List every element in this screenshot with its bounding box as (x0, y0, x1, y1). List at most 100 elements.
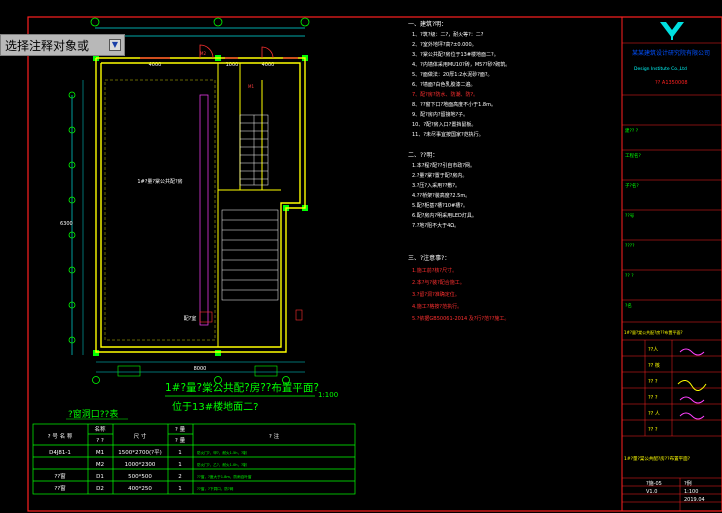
svg-text:10、?配?房入口?置挡鼠板。: 10、?配?房入口?置挡鼠板。 (412, 121, 476, 128)
svg-text:5、?面做法：20厚1:2水泥砂?面?。: 5、?面做法：20厚1:2水泥砂?面?。 (412, 71, 493, 78)
door-window-table: ?窗洞口??表 ? 号 名 称 名称 ? ? 尺 寸 ? 量 ? 量 ? 注 D… (32, 408, 356, 495)
tb-drawing-name-top: 1#?量?棠公共配?房??布置平面? (624, 329, 683, 335)
svg-text:3、?棠公共配?房位于13#楼地面二?。: 3、?棠公共配?房位于13#楼地面二?。 (412, 51, 499, 58)
tb-role: ?? ? (648, 427, 658, 433)
door-table-header-qty-sub: ? 量 (175, 437, 186, 444)
svg-text:4.施工?格按?范执行。: 4.施工?格按?范执行。 (412, 303, 462, 310)
plan-scale: 1:100 (318, 391, 338, 399)
svg-text:D4J81-1: D4J81-1 (49, 450, 71, 456)
svg-text:M2: M2 (200, 51, 206, 56)
command-prompt-bar[interactable]: 选择注释对象或 ▼ (0, 34, 125, 56)
svg-text:2: 2 (178, 474, 182, 480)
svg-text:??窗: ??窗 (54, 484, 66, 492)
svg-text:2.?量?棠?置于配?房内。: 2.?量?棠?置于配?房内。 (412, 172, 467, 179)
selection-prompt-label: 选择注释对象或 (5, 38, 90, 53)
tb-scale-label: ?例 (684, 480, 692, 487)
notes-section1-title: 一、建筑?明： (408, 20, 447, 28)
tb-drawing-name: 1#?量?棠公共配?房??布置平面? (624, 455, 691, 462)
svg-text:M1: M1 (248, 84, 254, 89)
pump-label: 配?室 (184, 315, 197, 322)
tb-role: ??人 (648, 347, 658, 353)
svg-text:1.施工前?核?尺寸。: 1.施工前?核?尺寸。 (412, 267, 457, 274)
svg-text:4.??桥架?装高度?2.5m。: 4.??桥架?装高度?2.5m。 (412, 192, 470, 199)
tb-field: ??号 (625, 213, 635, 219)
svg-text:??窗，?度大于1.8m，防雨百叶窗: ??窗，?度大于1.8m，防雨百叶窗 (197, 474, 252, 479)
notes-section1: 1、?筑?级：二?，耐火等?：二? 2、?室外地坪?高?±0.000。 3、?棠… (412, 31, 510, 138)
dim-side: 6300 (60, 221, 73, 227)
tb-role: ?? ? (648, 379, 658, 385)
svg-text:1: 1 (178, 450, 182, 456)
svg-text:8、??窗下口?地面高度不小于1.8m。: 8、??窗下口?地面高度不小于1.8m。 (412, 101, 496, 108)
cad-drawing-canvas[interactable]: 4000 1000 4000 6300 1#?量?棠公共配?房 配?室 M1 M… (0, 0, 722, 513)
tb-role: ?? 人 (648, 411, 660, 417)
tb-role: ?? 核 (648, 362, 660, 369)
svg-text:??窗: ??窗 (54, 472, 66, 480)
svg-text:3.?留?洞?准确定位。: 3.?留?洞?准确定位。 (412, 291, 460, 298)
svg-text:2、?室外地坪?高?±0.000。: 2、?室外地坪?高?±0.000。 (412, 41, 477, 48)
floor-plan: 4000 1000 4000 6300 1#?量?棠公共配?房 配?室 M1 M… (60, 17, 338, 413)
signature-marks (677, 348, 707, 420)
tb-field: 工程名? (625, 152, 641, 159)
notes-section2-title: 二、??明： (408, 152, 438, 159)
svg-text:??窗，?下洞口，防?网: ??窗，?下洞口，防?网 (197, 486, 234, 491)
tb-scale-value: 1:100 (684, 489, 698, 495)
door-table-header-qty: ? 量 (175, 426, 186, 433)
plan-title: 1#?量?棠公共配?房??布置平面? (165, 381, 319, 394)
table-row: M2 1000*2300 1 防火门?，乙?，耐火1.0h，?制 (96, 462, 247, 468)
table-row: ??窗 D2 400*250 1 ??窗，?下洞口，防?网 (54, 484, 233, 492)
tb-field: ?名 (625, 302, 632, 309)
svg-text:防火门?，乙?，耐火1.0h，?制: 防火门?，乙?，耐火1.0h，?制 (197, 462, 247, 467)
prompt-expand-button[interactable]: ▼ (109, 39, 121, 51)
svg-text:1: 1 (178, 462, 182, 468)
company-logo-icon (660, 22, 684, 40)
general-notes: 一、建筑?明： 1、?筑?级：二?，耐火等?：二? 2、?室外地坪?高?±0.0… (408, 20, 510, 322)
svg-text:1.本?程?配??引自市政?网。: 1.本?程?配??引自市政?网。 (412, 162, 475, 169)
tb-role: ?? ? (648, 395, 658, 401)
tb-field: 子?名? (625, 182, 639, 189)
svg-text:9、配?房内?留接地?子。: 9、配?房内?留接地?子。 (412, 111, 468, 118)
svg-text:7.?地?阻不大于4Ω。: 7.?地?阻不大于4Ω。 (412, 222, 459, 229)
svg-text:1、?筑?级：二?，耐火等?：二?: 1、?筑?级：二?，耐火等?：二? (412, 31, 484, 38)
svg-text:2.本?与?装?配合施工。: 2.本?与?装?配合施工。 (412, 279, 465, 286)
svg-text:3.?压?入采用??敷?。: 3.?压?入采用??敷?。 (412, 182, 460, 189)
expand-icon: ▼ (111, 40, 119, 49)
tb-version: V1.0 (646, 489, 657, 495)
license-no: ?? A1350008 (655, 80, 688, 86)
table-row: ??窗 D1 500*500 2 ??窗，?度大于1.8m，防雨百叶窗 (54, 472, 252, 480)
tb-field: ?? ? (625, 273, 634, 279)
room-label: 1#?量?棠公共配?房 (137, 178, 182, 185)
notes-section3: 1.施工前?核?尺寸。 2.本?与?装?配合施工。 3.?留?洞?准确定位。 4… (412, 267, 509, 322)
svg-text:4、?内墙体采用MU10?砖，M5??砂?砌筑。: 4、?内墙体采用MU10?砖，M5??砂?砌筑。 (412, 61, 510, 68)
table-row: D4J81-1 M1 1500*2700(?平) 1 防火门?，甲?，耐火1.5… (49, 449, 247, 456)
svg-text:1000*2300: 1000*2300 (125, 462, 156, 468)
svg-text:D1: D1 (96, 474, 104, 480)
dim-bottom: 8000 (194, 366, 207, 372)
svg-text:7、配?房?防水、防潮、防?。: 7、配?房?防水、防潮、防?。 (412, 91, 478, 98)
tb-field: ???? (625, 243, 635, 249)
notes-section2: 1.本?程?配??引自市政?网。 2.?量?棠?置于配?房内。 3.?压?入采用… (412, 162, 477, 229)
svg-text:5.?依据GB50061-2014 及?行?范??施工。: 5.?依据GB50061-2014 及?行?范??施工。 (412, 315, 509, 322)
svg-text:1: 1 (178, 486, 182, 492)
door-table-header-size: 尺 寸 (134, 432, 147, 440)
svg-text:防火门?，甲?，耐火1.5h，?制: 防火门?，甲?，耐火1.5h，?制 (197, 450, 247, 455)
tb-date: 2019.04 (684, 497, 705, 503)
company-name-en: Design Institute Co.,Ltd (634, 66, 687, 72)
svg-text:D2: D2 (96, 486, 104, 492)
svg-text:11、?未尽事宜按国家?范执行。: 11、?未尽事宜按国家?范执行。 (412, 131, 484, 138)
company-name-cn: 某某建筑设计研究院有限公司 (632, 49, 710, 57)
svg-text:5.配?柜基?槽?10#槽?。: 5.配?柜基?槽?10#槽?。 (412, 202, 468, 209)
plan-subtitle: 位于13#楼地面二? (172, 400, 258, 413)
svg-text:M2: M2 (96, 462, 104, 468)
door-table-title: ?窗洞口??表 (68, 408, 118, 420)
notes-section3-title: 三、?注意事?： (408, 254, 450, 262)
door-table-header-name-sub: ? ? (96, 438, 104, 444)
svg-text:1500*2700(?平): 1500*2700(?平) (118, 449, 161, 456)
tb-sheet-no: ?施-05 (646, 480, 662, 487)
svg-text:500*500: 500*500 (128, 474, 152, 480)
tb-field: 建?? ? (625, 127, 639, 134)
svg-text:400*250: 400*250 (128, 486, 152, 492)
svg-text:6、?墙面?白色乳胶漆二遍。: 6、?墙面?白色乳胶漆二遍。 (412, 81, 476, 88)
svg-text:M1: M1 (96, 450, 104, 456)
door-table-header-name: 名称 (94, 425, 106, 433)
door-table-header-code: ? 号 名 称 (48, 432, 73, 440)
